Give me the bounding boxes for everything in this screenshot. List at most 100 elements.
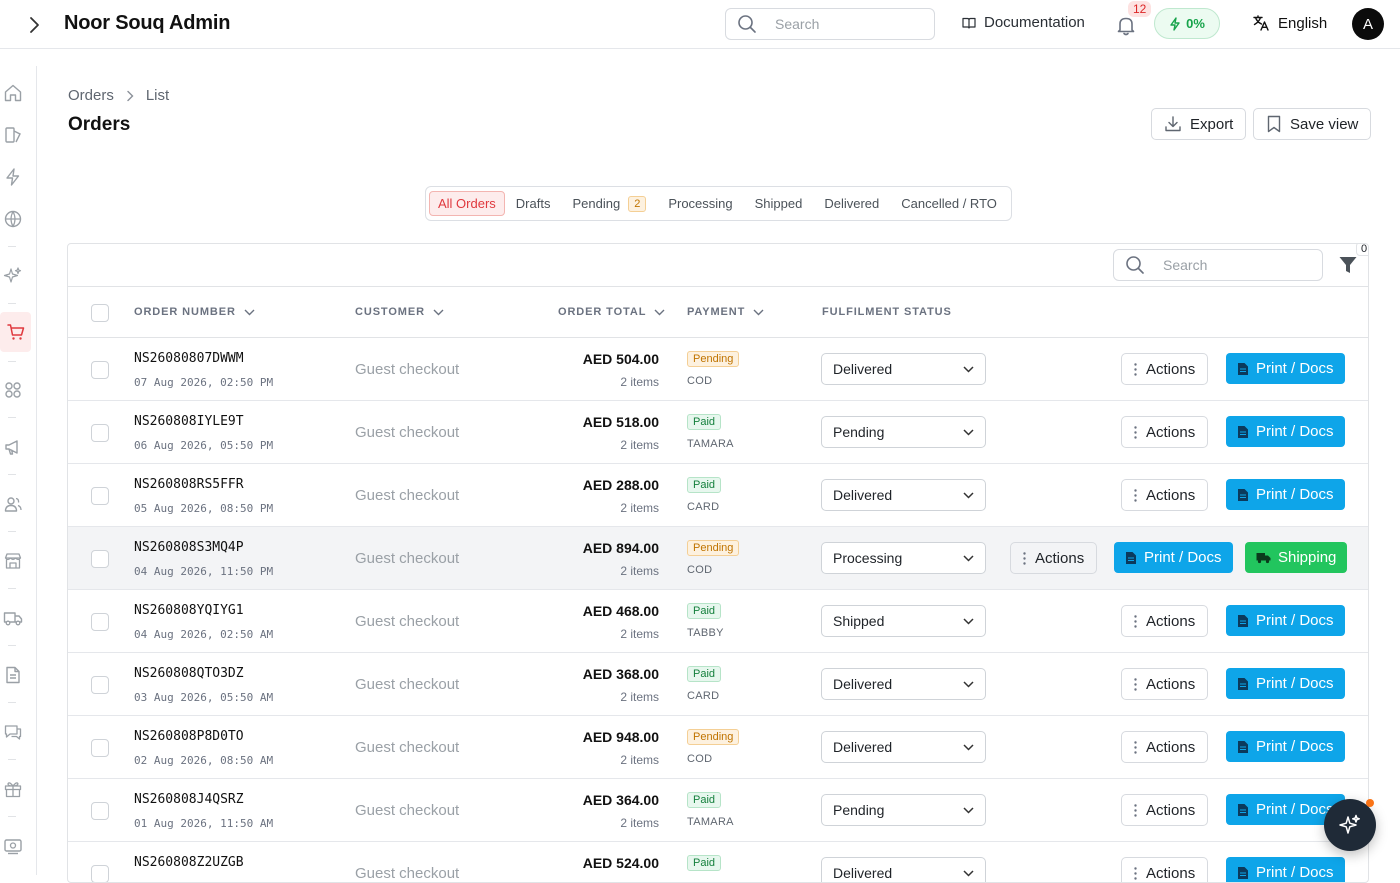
row-checkbox[interactable]	[91, 865, 109, 882]
print-docs-button[interactable]: Print / Docs	[1226, 731, 1345, 762]
actions-button[interactable]: Actions	[1121, 794, 1209, 826]
print-docs-button[interactable]: Print / Docs	[1226, 416, 1345, 447]
table-search-input[interactable]	[1163, 257, 1303, 273]
chevron-down-icon	[963, 743, 974, 751]
actions-button[interactable]: Actions	[1121, 731, 1209, 763]
table-row[interactable]: NS260808P8D0TO 02 Aug 2026, 08:50 AM Guest…	[68, 716, 1368, 779]
order-number[interactable]: NS260808J4QSRZ	[134, 792, 244, 807]
fulfilment-status-select[interactable]: Delivered	[821, 857, 986, 882]
documentation-link[interactable]: Documentation	[962, 14, 1085, 31]
actions-button[interactable]: Actions	[1121, 353, 1209, 385]
tab-processing[interactable]: Processing	[657, 191, 743, 216]
print-docs-button[interactable]: Print / Docs	[1226, 353, 1345, 384]
row-checkbox[interactable]	[91, 676, 109, 694]
power-status-pill[interactable]: 0%	[1154, 8, 1220, 39]
actions-label: Actions	[1146, 801, 1196, 819]
table-row[interactable]: NS260808QTO3DZ 03 Aug 2026, 05:50 AM Guest…	[68, 653, 1368, 716]
fulfilment-status-select[interactable]: Processing	[821, 542, 986, 574]
global-search[interactable]	[725, 8, 935, 40]
print-docs-button[interactable]: Print / Docs	[1226, 479, 1345, 510]
table-search[interactable]	[1113, 249, 1323, 281]
row-checkbox[interactable]	[91, 739, 109, 757]
cart-icon[interactable]	[0, 312, 31, 352]
sparkles-icon[interactable]	[2, 265, 24, 287]
row-checkbox[interactable]	[91, 424, 109, 442]
print-docs-button[interactable]: Print / Docs	[1226, 605, 1345, 636]
actions-button[interactable]: Actions	[1121, 668, 1209, 700]
actions-button[interactable]: Actions	[1121, 479, 1209, 511]
save-view-button[interactable]: Save view	[1253, 108, 1372, 140]
document-icon[interactable]	[2, 664, 24, 686]
shipping-button[interactable]: Shipping	[1245, 542, 1348, 573]
tab-label: All Orders	[438, 196, 496, 211]
tab-shipped[interactable]: Shipped	[744, 191, 814, 216]
table-row[interactable]: NS260808J4QSRZ 01 Aug 2026, 11:50 AM Guest…	[68, 779, 1368, 842]
row-checkbox[interactable]	[91, 802, 109, 820]
order-number[interactable]: NS26080807DWWM	[134, 351, 244, 366]
sidebar-toggle-chevron-icon[interactable]	[22, 13, 46, 37]
order-number[interactable]: NS260808YQIYG1	[134, 603, 244, 618]
order-date: 02 Aug 2026, 08:50 AM	[134, 754, 274, 767]
fulfilment-status-select[interactable]: Pending	[821, 794, 986, 826]
column-fulfilment-status: FULFILMENT STATUS	[822, 306, 952, 318]
globe-icon[interactable]	[2, 208, 24, 230]
fulfilment-status-select[interactable]: Pending	[821, 416, 986, 448]
chat-icon[interactable]	[2, 721, 24, 743]
tab-drafts[interactable]: Drafts	[505, 191, 562, 216]
order-number[interactable]: NS260808P8D0TO	[134, 729, 244, 744]
breadcrumb-orders[interactable]: Orders	[68, 87, 114, 104]
tab-pending[interactable]: Pending 2	[561, 191, 657, 217]
export-button[interactable]: Export	[1151, 108, 1247, 140]
row-checkbox[interactable]	[91, 361, 109, 379]
order-number[interactable]: NS260808RS5FFR	[134, 477, 244, 492]
global-search-input[interactable]	[775, 16, 915, 32]
print-docs-button[interactable]: Print / Docs	[1226, 668, 1345, 699]
tab-all-orders[interactable]: All Orders	[429, 191, 505, 216]
users-icon[interactable]	[2, 493, 24, 515]
order-total: AED 894.00	[582, 540, 659, 556]
home-icon[interactable]	[2, 82, 24, 104]
order-number[interactable]: NS260808IYLE9T	[134, 414, 244, 429]
actions-button[interactable]: Actions	[1010, 542, 1098, 574]
actions-button[interactable]: Actions	[1121, 605, 1209, 637]
tab-delivered[interactable]: Delivered	[813, 191, 890, 216]
table-row[interactable]: NS26080807DWWM 07 Aug 2026, 02:50 PM Guest…	[68, 338, 1368, 401]
print-docs-button[interactable]: Print / Docs	[1226, 857, 1345, 882]
print-docs-button[interactable]: Print / Docs	[1114, 542, 1233, 573]
fulfilment-status-select[interactable]: Shipped	[821, 605, 986, 637]
column-payment[interactable]: PAYMENT	[687, 306, 764, 318]
apps-icon[interactable]	[2, 379, 24, 401]
column-order-number[interactable]: ORDER NUMBER	[134, 306, 255, 318]
actions-button[interactable]: Actions	[1121, 416, 1209, 448]
fulfilment-status-select[interactable]: Delivered	[821, 731, 986, 763]
table-row[interactable]: NS260808S3MQ4P 04 Aug 2026, 11:50 PM Guest…	[68, 527, 1368, 590]
table-row[interactable]: NS260808YQIYG1 04 Aug 2026, 02:50 AM Guest…	[68, 590, 1368, 653]
row-checkbox[interactable]	[91, 487, 109, 505]
flash-icon[interactable]	[2, 166, 24, 188]
column-customer[interactable]: CUSTOMER	[355, 306, 444, 318]
media-icon[interactable]	[2, 835, 24, 857]
fulfilment-status-select[interactable]: Delivered	[821, 668, 986, 700]
row-checkbox[interactable]	[91, 550, 109, 568]
fulfilment-status-select[interactable]: Delivered	[821, 353, 986, 385]
row-checkbox[interactable]	[91, 613, 109, 631]
catalog-icon[interactable]	[2, 124, 24, 146]
filter-icon[interactable]	[1338, 254, 1358, 276]
fulfilment-status-select[interactable]: Delivered	[821, 479, 986, 511]
table-row[interactable]: NS260808IYLE9T 06 Aug 2026, 05:50 PM Guest…	[68, 401, 1368, 464]
column-order-total[interactable]: ORDER TOTAL	[558, 306, 665, 318]
megaphone-icon[interactable]	[2, 436, 24, 458]
truck-icon[interactable]	[2, 607, 24, 629]
select-all-checkbox[interactable]	[91, 304, 109, 322]
table-row[interactable]: NS260808RS5FFR 05 Aug 2026, 08:50 PM Guest…	[68, 464, 1368, 527]
actions-button[interactable]: Actions	[1121, 857, 1209, 882]
gift-icon[interactable]	[2, 778, 24, 800]
language-selector[interactable]: English	[1252, 14, 1327, 32]
store-icon[interactable]	[2, 550, 24, 572]
avatar[interactable]: A	[1352, 8, 1384, 40]
order-number[interactable]: NS260808S3MQ4P	[134, 540, 244, 555]
order-number[interactable]: NS260808QTO3DZ	[134, 666, 244, 681]
table-row[interactable]: NS260808Z2UZGB Guest checkout AED 524.00 Pa…	[68, 842, 1368, 882]
order-number[interactable]: NS260808Z2UZGB	[134, 855, 244, 870]
tab-cancelled-rto[interactable]: Cancelled / RTO	[890, 191, 1008, 216]
